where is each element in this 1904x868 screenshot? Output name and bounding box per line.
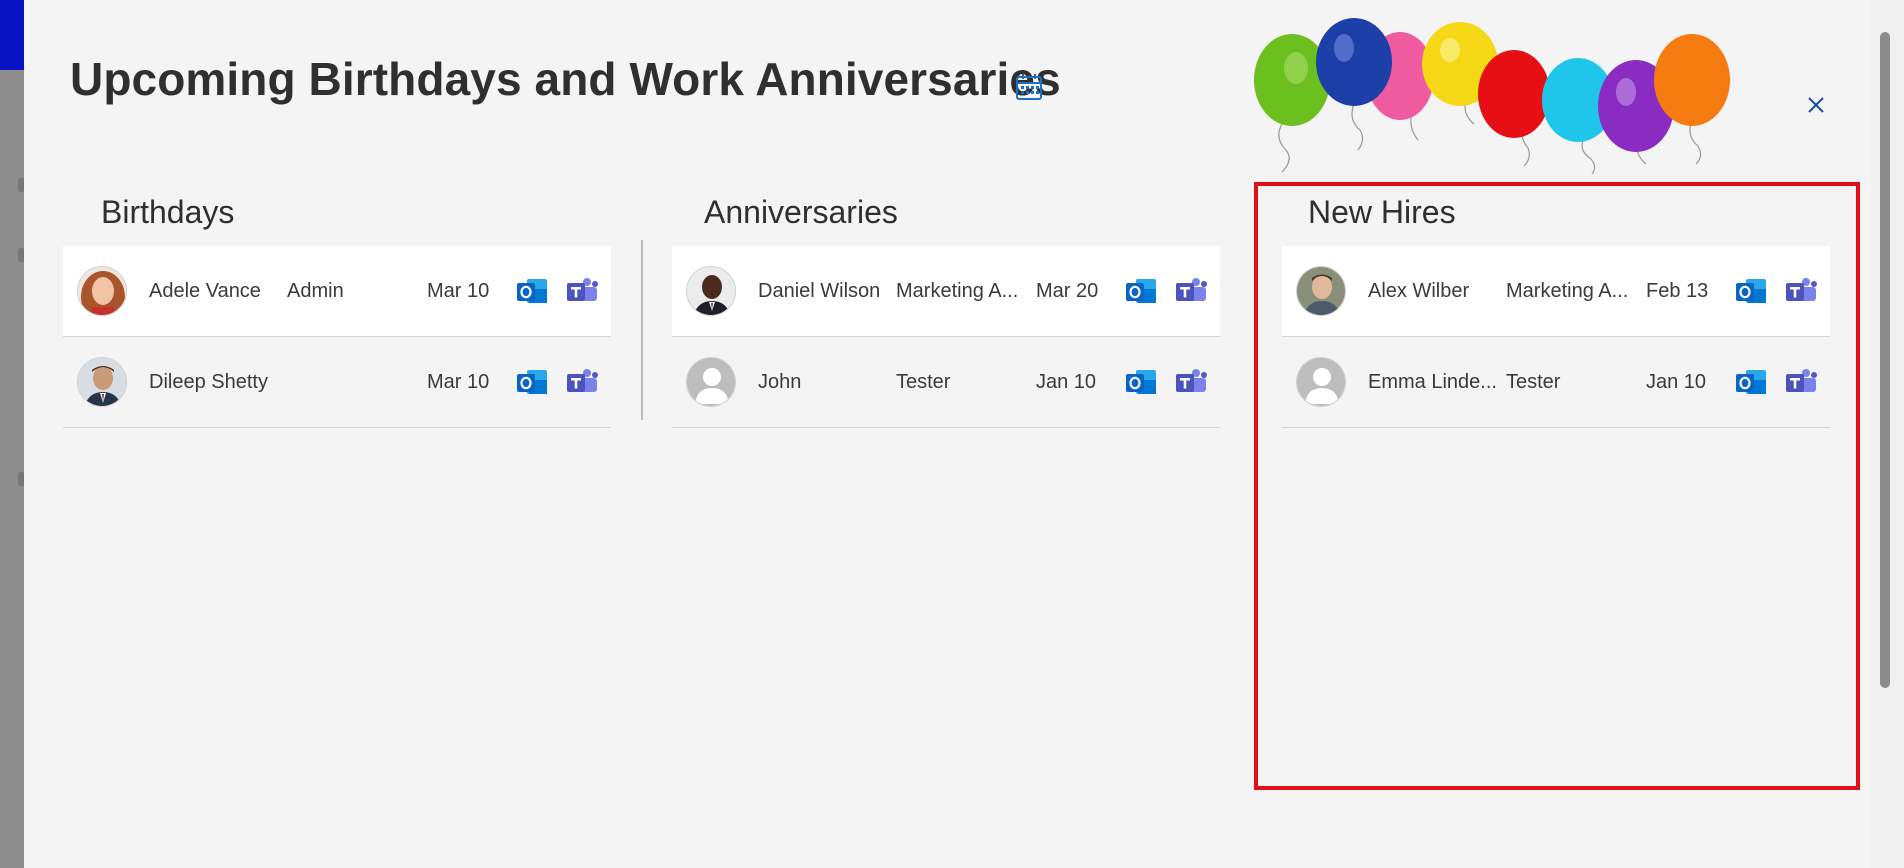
event-date: Mar 10 xyxy=(427,280,490,302)
avatar xyxy=(1296,266,1346,316)
scrollbar[interactable] xyxy=(1870,0,1904,868)
list-item[interactable]: Dileep Shetty Mar 10 xyxy=(63,337,611,428)
outlook-icon[interactable] xyxy=(1734,275,1768,307)
person-name: Daniel Wilson xyxy=(758,280,881,302)
person-name: John xyxy=(758,371,802,393)
person-role xyxy=(287,337,413,427)
person-name: Adele Vance xyxy=(149,280,261,302)
event-date: Feb 13 xyxy=(1646,280,1709,302)
person-role: Marketing A... xyxy=(1506,280,1629,302)
list-item[interactable]: Alex Wilber Marketing A... Feb 13 xyxy=(1282,246,1830,337)
teams-icon[interactable] xyxy=(565,275,599,307)
page-title: Upcoming Birthdays and Work Anniversarie… xyxy=(70,53,1061,105)
event-date: Mar 20 xyxy=(1036,280,1099,302)
outlook-icon[interactable] xyxy=(1124,275,1158,307)
column-divider xyxy=(641,240,643,420)
teams-icon[interactable] xyxy=(1784,366,1818,398)
teams-icon[interactable] xyxy=(1174,275,1208,307)
list-item[interactable]: Adele Vance Admin Mar 10 xyxy=(63,246,611,337)
balloons-decoration xyxy=(1254,18,1730,175)
teams-icon[interactable] xyxy=(565,366,599,398)
avatar xyxy=(77,357,127,407)
avatar xyxy=(77,266,127,316)
list-item[interactable]: Daniel Wilson Marketing A... Mar 20 xyxy=(672,246,1220,337)
avatar xyxy=(686,266,736,316)
outlook-icon[interactable] xyxy=(1734,366,1768,398)
person-name: Dileep Shetty xyxy=(149,371,268,393)
birthdays-column: Birthdays Adele Vance Admin Mar 10 Dilee… xyxy=(63,180,611,428)
person-role: Marketing A... xyxy=(896,280,1019,302)
new-hires-title: New Hires xyxy=(1308,194,1456,230)
close-icon[interactable] xyxy=(1801,90,1831,120)
birthdays-title: Birthdays xyxy=(101,194,235,230)
event-date: Mar 10 xyxy=(427,371,490,393)
outlook-icon[interactable] xyxy=(515,275,549,307)
person-role: Tester xyxy=(896,371,951,393)
list-item[interactable]: Emma Linde... Tester Jan 10 xyxy=(1282,337,1830,428)
celebrations-dialog: Upcoming Birthdays and Work Anniversarie… xyxy=(24,0,1870,868)
outlook-icon[interactable] xyxy=(1124,366,1158,398)
person-name: Alex Wilber xyxy=(1368,280,1470,302)
teams-icon[interactable] xyxy=(1784,275,1818,307)
person-name: Emma Linde... xyxy=(1368,371,1497,393)
outlook-icon[interactable] xyxy=(515,366,549,398)
scrollbar-thumb[interactable] xyxy=(1880,32,1890,688)
anniversaries-column: Anniversaries Daniel Wilson Marketing A.… xyxy=(672,180,1220,428)
new-hires-column: New Hires Alex Wilber Marketing A... Feb… xyxy=(1282,180,1830,428)
teams-icon[interactable] xyxy=(1174,366,1208,398)
person-role: Admin xyxy=(287,280,344,302)
calendar-icon[interactable] xyxy=(1014,72,1044,102)
event-date: Jan 10 xyxy=(1646,371,1707,393)
person-role: Tester xyxy=(1506,371,1561,393)
anniversaries-title: Anniversaries xyxy=(704,194,898,230)
avatar xyxy=(1296,357,1346,407)
list-item[interactable]: John Tester Jan 10 xyxy=(672,337,1220,428)
event-date: Jan 10 xyxy=(1036,371,1097,393)
background-app-strip xyxy=(0,0,26,70)
avatar xyxy=(686,357,736,407)
